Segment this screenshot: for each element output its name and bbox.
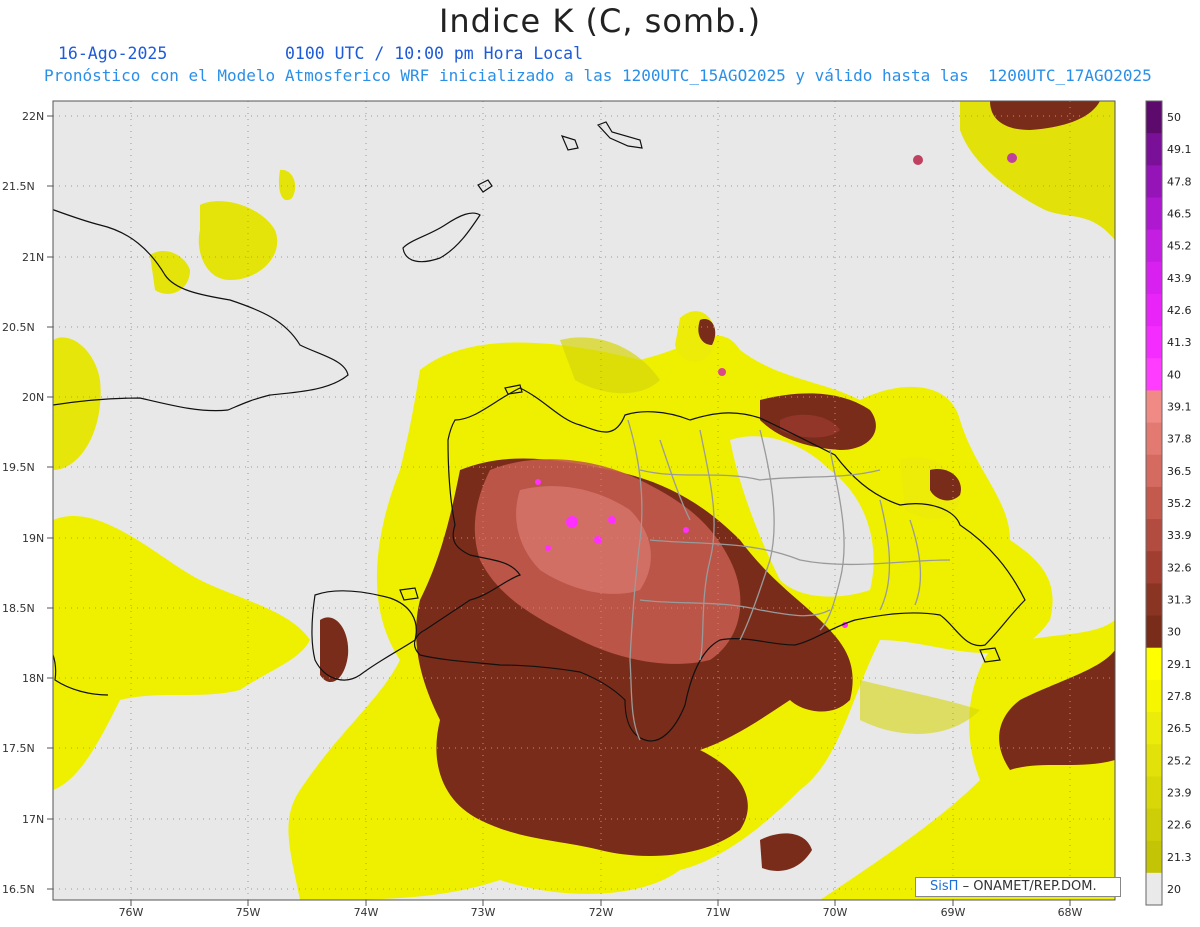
colorbar-swatch [1146,808,1162,842]
lon-label: 75W [236,906,261,919]
lat-label: 18.5N [2,602,35,615]
colorbar-label: 49.1 [1167,143,1192,156]
colorbar-label: 29.1 [1167,658,1192,671]
colorbar-label: 31.3 [1167,593,1192,606]
colorbar-swatch [1146,422,1162,456]
colorbar-label: 25.2 [1167,754,1192,767]
latitude-axis: 22N 21.5N 21N 20.5N 20N 19.5N 19N 18.5N … [2,110,53,896]
colorbar-swatch [1146,744,1162,777]
lon-label: 69W [941,906,966,919]
lat-label: 20.5N [2,321,35,334]
colorbar-swatch [1146,583,1162,617]
colorbar-label: 35.2 [1167,497,1192,510]
colorbar-label: 36.5 [1167,465,1192,478]
lat-label: 19N [22,532,44,545]
lat-label: 21.5N [2,180,35,193]
colorbar-swatch [1146,647,1162,681]
lon-label: 74W [354,906,379,919]
lon-label: 73W [471,906,496,919]
lat-label: 16.5N [2,883,35,896]
colorbar-swatch [1146,229,1162,263]
k-index-map: 22N 21.5N 21N 20.5N 20N 19.5N 19N 18.5N … [2,100,1192,919]
colorbar-label: 40 [1167,368,1181,381]
lat-label: 21N [22,251,44,264]
colorbar-swatch [1146,293,1162,327]
colorbar-label: 30 [1167,626,1181,639]
lon-label: 72W [589,906,614,919]
colorbar-label: 23.9 [1167,786,1192,799]
colorbar-label: 27.8 [1167,690,1192,703]
colorbar-swatch [1146,615,1162,649]
lon-label: 76W [119,906,144,919]
colorbar-swatch [1146,133,1162,166]
colorbar-swatch [1146,165,1162,198]
lon-label: 68W [1058,906,1083,919]
colorbar: 50 49.1 47.8 46.5 45.2 43.9 42.6 41.3 40 39.1 37.8… [1145,100,1192,906]
lat-label: 19.5N [2,461,35,474]
colorbar-swatch [1146,101,1162,134]
colorbar-label: 42.6 [1167,304,1192,317]
credit-text: – ONAMET/REP.DOM. [962,879,1097,894]
colorbar-swatch [1146,390,1162,424]
colorbar-swatch [1146,551,1162,584]
colorbar-swatch [1146,840,1162,874]
colorbar-swatch [1146,519,1162,552]
colorbar-label: 32.6 [1167,561,1192,574]
colorbar-label: 45.2 [1167,240,1192,253]
lat-label: 17N [22,813,44,826]
colorbar-label: 22.6 [1167,819,1192,832]
colorbar-swatch [1146,679,1162,713]
colorbar-label: 26.5 [1167,722,1192,735]
colorbar-label: 33.9 [1167,529,1192,542]
colorbar-swatch [1146,712,1162,745]
lat-label: 22N [22,110,44,123]
colorbar-swatch [1146,358,1162,391]
colorbar-swatch [1146,326,1162,359]
colorbar-swatch [1146,261,1162,295]
colorbar-label: 43.9 [1167,272,1192,285]
lat-label: 20N [22,391,44,404]
colorbar-swatch [1146,872,1162,906]
colorbar-swatch [1146,454,1162,488]
longitude-axis: 76W 75W 74W 73W 72W 71W 70W 69W 68W [119,900,1083,919]
colorbar-label: 37.8 [1167,433,1192,446]
colorbar-label: 41.3 [1167,336,1192,349]
colorbar-label: 46.5 [1167,208,1192,221]
colorbar-swatch [1146,486,1162,520]
colorbar-label: 39.1 [1167,401,1192,414]
lon-label: 71W [706,906,731,919]
credit-box: SisΠ – ONAMET/REP.DOM. [915,877,1121,897]
colorbar-label: 21.3 [1167,851,1192,864]
colorbar-swatch [1146,197,1162,231]
brand-logo: SisΠ [930,879,959,894]
colorbar-label: 47.8 [1167,175,1192,188]
colorbar-label: 20 [1167,883,1181,896]
lat-label: 18N [22,672,44,685]
colorbar-swatch [1146,776,1162,810]
colorbar-label: 50 [1167,111,1181,124]
lon-label: 70W [823,906,848,919]
lat-label: 17.5N [2,742,35,755]
